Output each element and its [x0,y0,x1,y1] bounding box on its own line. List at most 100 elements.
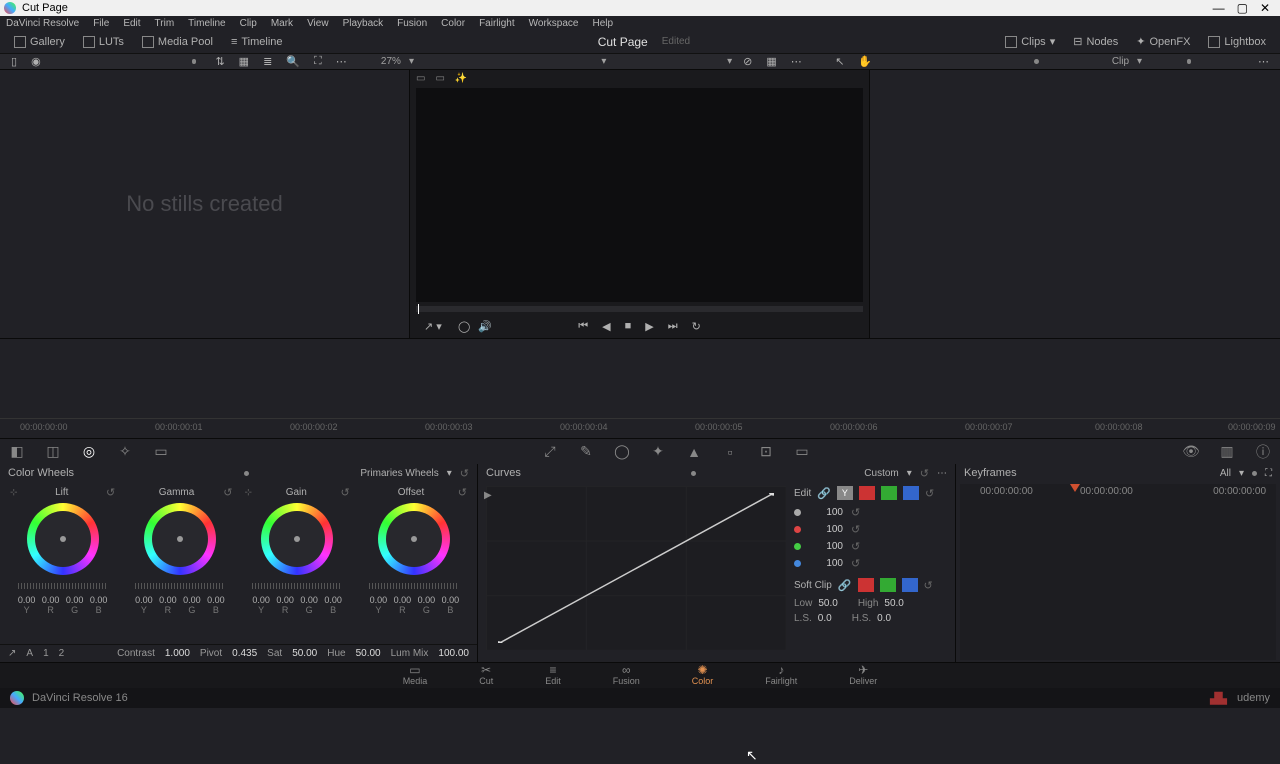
kf-expand-icon[interactable]: ⛶ [1265,468,1272,479]
lightbox-button[interactable]: Lightbox [1202,34,1272,50]
offset-slider[interactable] [369,583,459,589]
curves-mode[interactable]: Custom [864,468,898,479]
camera-raw-icon[interactable]: ◧ [8,443,26,461]
maximize-button[interactable]: ▢ [1237,1,1248,15]
auto-icon[interactable]: ↗ [8,648,16,659]
info-icon[interactable]: ⓘ [1254,443,1272,461]
picker-icon[interactable]: ↗ ▾ [424,320,442,333]
qualifier-icon[interactable]: ✎ [577,443,595,461]
keyframes-body[interactable]: 00:00:00:00 00:00:00:00 00:00:00:00 [960,484,1276,660]
menu-file[interactable]: File [93,18,109,29]
clip-timeline[interactable]: 00:00:00:00 00:00:00:01 00:00:00:02 00:0… [0,338,1280,438]
nodes-button[interactable]: ⊟Nodes [1067,33,1124,50]
split-icon[interactable]: ▦ [763,53,779,70]
viewer-mode2-icon[interactable]: ▭ [435,73,444,84]
contrast-value[interactable]: 1.000 [165,648,190,659]
menu-workspace[interactable]: Workspace [529,18,579,29]
gallery-opts-icon[interactable]: ▯ [8,53,20,70]
primaries-chevron-icon[interactable]: ▾ [447,468,452,479]
expand-icon[interactable]: ⛶ [311,53,325,70]
lift-slider[interactable] [18,583,108,589]
sc-b-button[interactable] [902,578,918,592]
offset-reset-icon[interactable]: ↺ [458,486,467,499]
motion-icon[interactable]: ▭ [152,443,170,461]
page-cut[interactable]: ✂Cut [479,665,493,686]
curves-more-icon[interactable]: ⋯ [937,468,947,479]
zoom-chevron-icon[interactable]: ▾ [409,56,414,67]
page-fairlight[interactable]: ♪Fairlight [765,665,797,686]
more-icon[interactable]: ⋯ [333,53,350,70]
sizing-icon[interactable]: ⊡ [757,443,775,461]
scopes-icon[interactable]: ▥ [1218,443,1236,461]
gain-picker-icon[interactable]: ⊹ [245,487,253,498]
blur-icon[interactable]: ▲ [685,443,703,461]
curves-reset-icon[interactable]: ↺ [920,467,929,480]
edit-r-button[interactable] [859,486,875,500]
b-intensity[interactable] [809,558,843,569]
high-value[interactable]: 50.0 [884,598,903,609]
sc-reset-icon[interactable]: ↺ [924,579,933,592]
cw-dot[interactable] [244,471,249,476]
viewer-more-icon[interactable]: ⋯ [788,53,805,70]
page-2[interactable]: 2 [59,648,65,659]
grid-icon[interactable]: ▦ [236,53,252,70]
viewer-scrubber[interactable] [416,306,863,312]
viewer-mode1-icon[interactable]: ▭ [416,73,425,84]
gallery-button[interactable]: Gallery [8,34,71,50]
gain-reset-icon[interactable]: ↺ [341,486,350,499]
nodes-slider-dot2[interactable] [1187,59,1192,64]
menu-trim[interactable]: Trim [155,18,175,29]
b-reset-icon[interactable]: ↺ [851,557,860,570]
awb-icon[interactable]: A [26,648,33,659]
curve-graph[interactable]: ▶ [486,486,786,650]
gamma-reset-icon[interactable]: ↺ [223,486,232,499]
g-intensity[interactable] [809,541,843,552]
loop-button[interactable]: ↻ [692,320,701,333]
nodes-mode[interactable]: Clip [1112,56,1129,67]
kf-playhead-icon[interactable] [1070,484,1080,492]
curves-dot[interactable] [691,471,696,476]
nodes-panel[interactable] [870,70,1280,338]
page-deliver[interactable]: ✈Deliver [849,665,877,686]
slider-dot[interactable] [192,59,197,64]
nodes-slider-dot[interactable] [1034,59,1039,64]
g-reset-icon[interactable]: ↺ [851,540,860,553]
edit-reset-icon[interactable]: ↺ [925,487,934,500]
menu-playback[interactable]: Playback [343,18,384,29]
luts-button[interactable]: LUTs [77,34,130,50]
viewer-wand-icon[interactable]: ✨ [455,73,467,84]
edit-b-button[interactable] [903,486,919,500]
lift-wheel[interactable] [27,503,99,575]
primaries-mode[interactable]: Primaries Wheels [360,468,438,479]
mediapool-button[interactable]: Media Pool [136,34,219,50]
key-icon[interactable]: ▫ [721,443,739,461]
sat-value[interactable]: 50.00 [292,648,317,659]
color-match-icon[interactable]: ◫ [44,443,62,461]
hue-value[interactable]: 50.00 [356,648,381,659]
openfx-button[interactable]: ✦OpenFX [1130,33,1196,50]
nodes-chevron-icon[interactable]: ▾ [1137,56,1142,67]
minimize-button[interactable]: — [1213,1,1225,15]
lift-picker-icon[interactable]: ⊹ [10,487,18,498]
rgb-mixer-icon[interactable]: ✧ [116,443,134,461]
viewer-canvas[interactable] [416,88,863,302]
page-media[interactable]: ▭Media [403,665,428,686]
r-reset-icon[interactable]: ↺ [851,523,860,536]
clips-button[interactable]: Clips ▾ [999,33,1061,50]
mask-icon[interactable]: ◯ [458,320,470,333]
audio-icon[interactable]: 🔊 [478,320,492,333]
gamma-slider[interactable] [135,583,225,589]
menu-fairlight[interactable]: Fairlight [479,18,515,29]
sc-r-button[interactable] [858,578,874,592]
y-reset-icon[interactable]: ↺ [851,506,860,519]
cw-reset-icon[interactable]: ↺ [460,467,469,480]
tracker-icon[interactable]: ✦ [649,443,667,461]
sort-icon[interactable]: ⇅ [212,53,227,70]
menu-edit[interactable]: Edit [123,18,140,29]
menu-mark[interactable]: Mark [271,18,293,29]
window-icon[interactable]: ◯ [613,443,631,461]
viewer-dropdown-icon[interactable]: ▾ [601,56,606,67]
3d-icon[interactable]: ▭ [793,443,811,461]
page-edit[interactable]: ≡Edit [545,665,561,686]
y-intensity[interactable] [809,507,843,518]
